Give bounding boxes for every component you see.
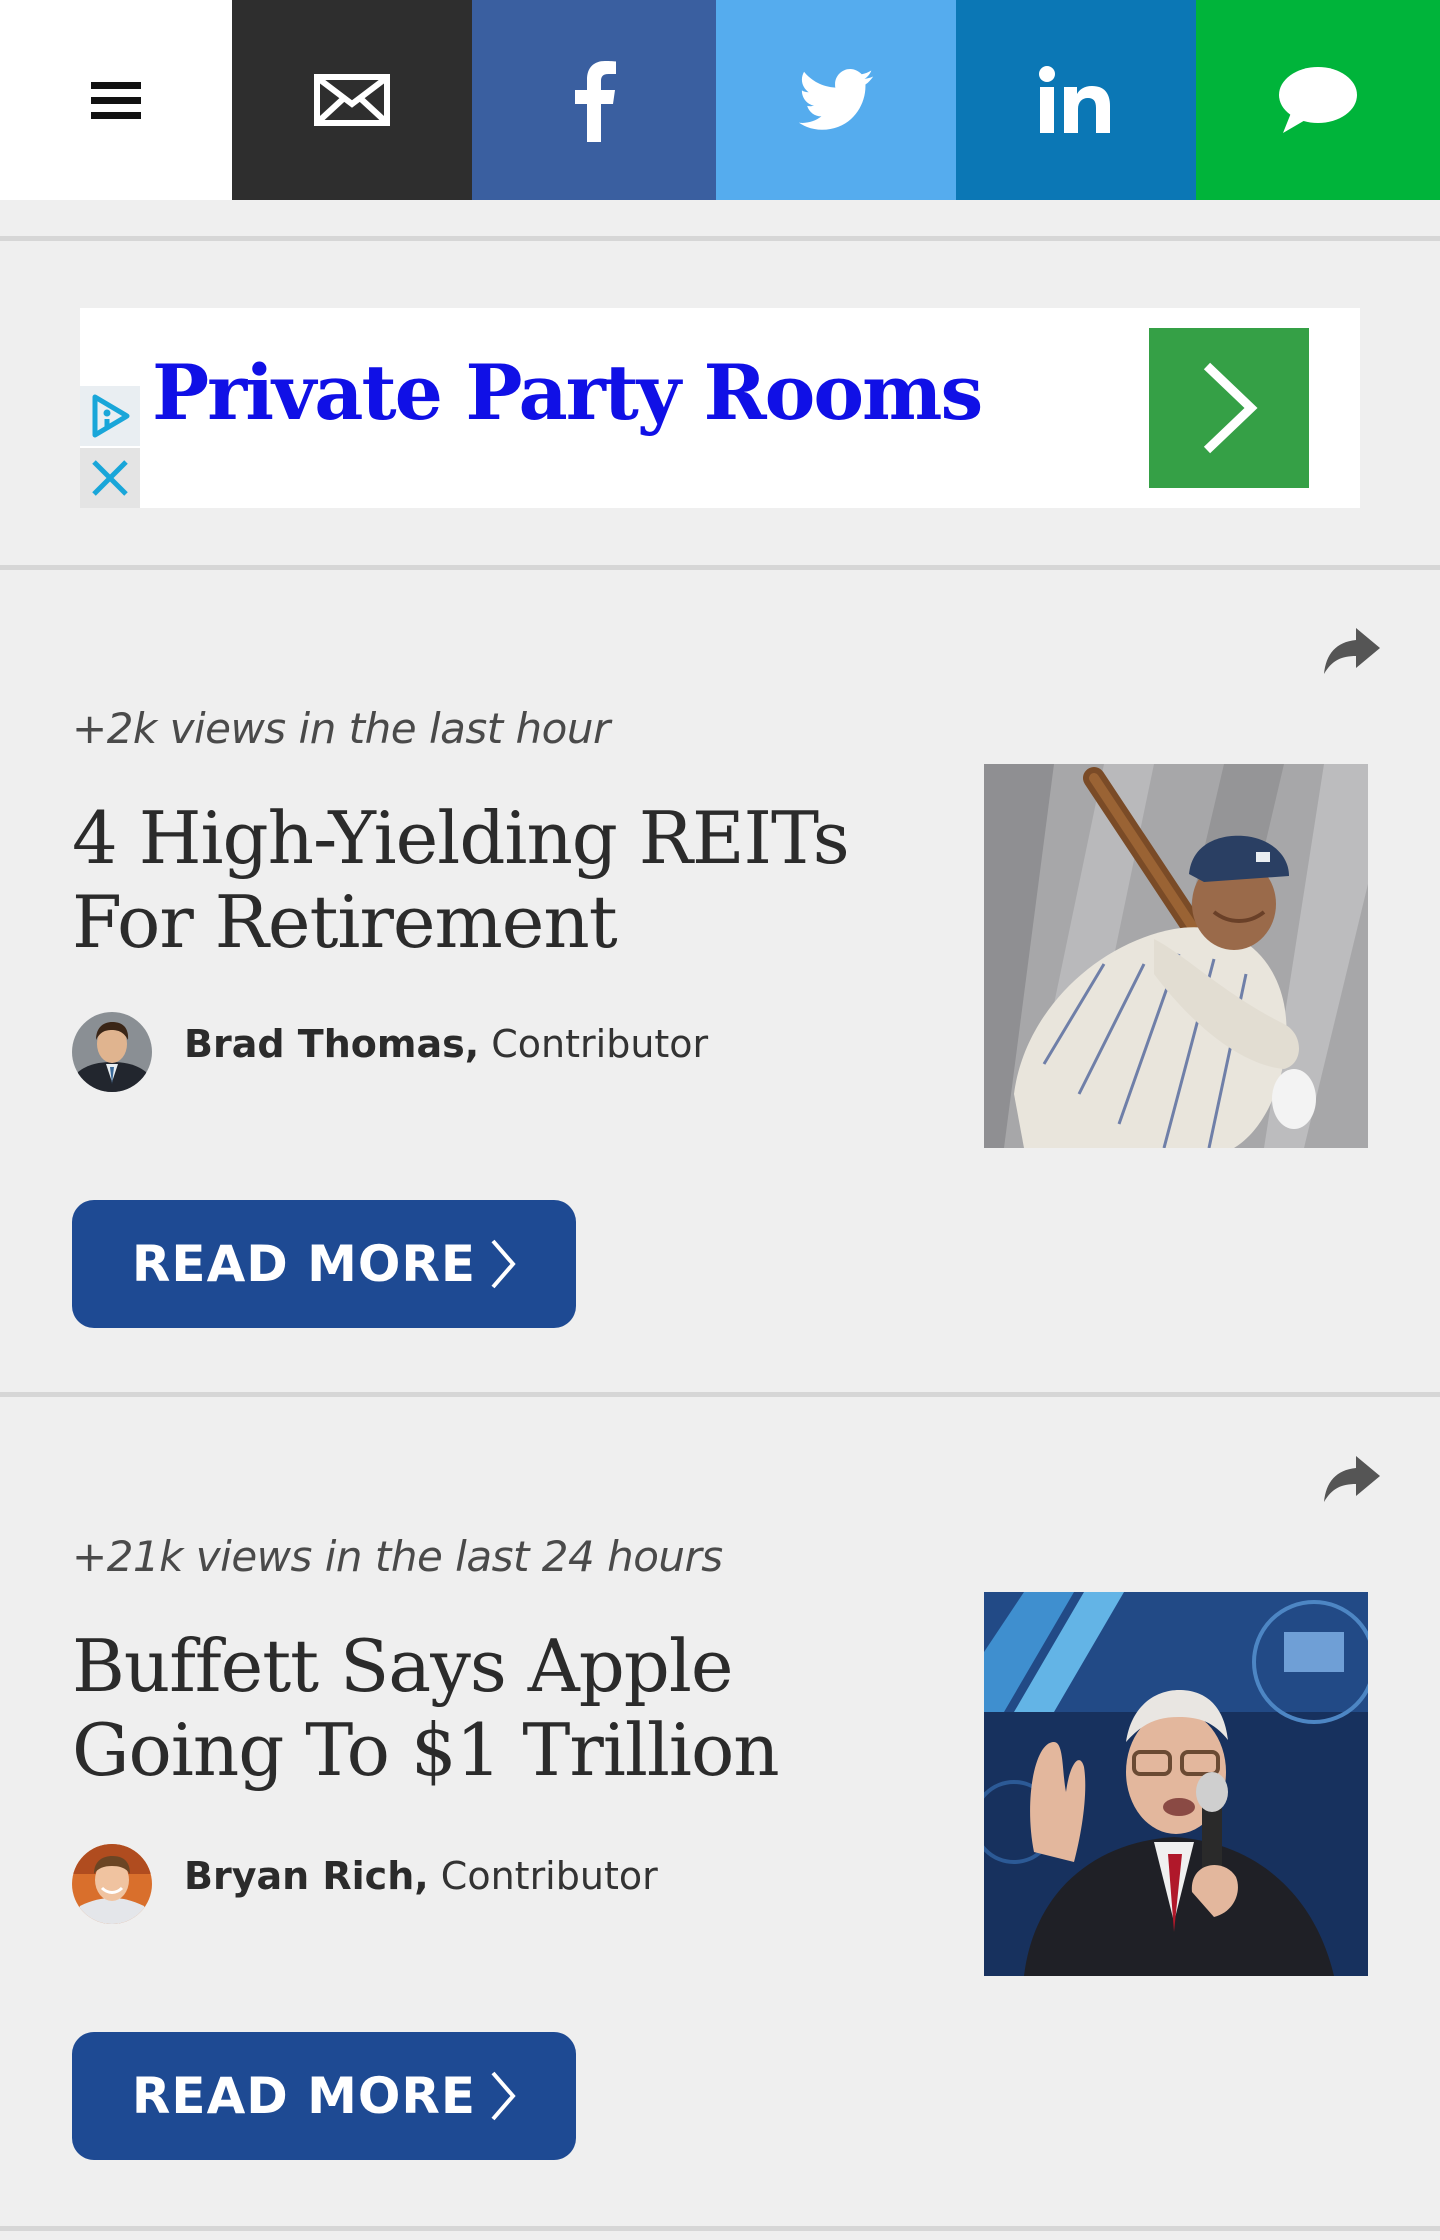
author-byline: Bryan Rich, Contributor [184, 1854, 658, 1898]
article-card: +21k views in the last 24 hours Buffett … [0, 1398, 1440, 2228]
divider [0, 236, 1440, 241]
ad-go-button[interactable] [1149, 328, 1309, 488]
adchoices-icon[interactable] [80, 386, 140, 446]
divider [0, 2226, 1440, 2231]
share-arrow-icon[interactable] [1322, 1454, 1382, 1504]
sms-share-button[interactable] [1196, 0, 1440, 200]
facebook-share-button[interactable] [472, 0, 716, 200]
chevron-right-icon [491, 2071, 516, 2121]
chevron-right-icon [491, 1239, 516, 1289]
read-more-button[interactable]: READ MORE [72, 2032, 576, 2160]
author-avatar[interactable] [72, 1844, 152, 1924]
author-role: Contributor [491, 1022, 709, 1066]
read-more-label: READ MORE [131, 1235, 477, 1293]
ad-banner[interactable]: Private Party Rooms [80, 308, 1360, 508]
article-thumbnail[interactable] [984, 764, 1368, 1148]
ad-close-icon[interactable] [80, 448, 140, 508]
article-title[interactable]: Buffett Says Apple Going To $1 Trillion [72, 1624, 932, 1792]
facebook-icon [575, 61, 616, 142]
twitter-bird-icon [798, 69, 874, 130]
author-name[interactable]: Brad Thomas, [184, 1022, 479, 1066]
author-byline: Brad Thomas, Contributor [184, 1022, 708, 1066]
envelope-icon [314, 74, 390, 126]
read-more-button[interactable]: READ MORE [72, 1200, 576, 1328]
author-role: Contributor [440, 1854, 658, 1898]
read-more-label: READ MORE [131, 2067, 477, 2125]
share-toolbar [0, 0, 1440, 200]
article-title[interactable]: 4 High-Yielding REITs For Retirement [72, 796, 932, 964]
email-share-button[interactable] [232, 0, 472, 200]
share-arrow-icon[interactable] [1322, 626, 1382, 676]
article-thumbnail[interactable] [984, 1592, 1368, 1976]
ad-choices-badge [80, 386, 140, 508]
chat-bubble-icon [1279, 67, 1357, 133]
view-count: +2k views in the last hour [72, 704, 610, 753]
ad-headline[interactable]: Private Party Rooms [152, 348, 983, 437]
article-card: +2k views in the last hour 4 High-Yieldi… [0, 570, 1440, 1394]
hamburger-menu-icon [91, 82, 141, 119]
linkedin-share-button[interactable] [956, 0, 1196, 200]
chevron-right-icon [1203, 362, 1258, 454]
linkedin-icon [1039, 66, 1110, 133]
author-avatar[interactable] [72, 1012, 152, 1092]
menu-button[interactable] [0, 0, 232, 200]
twitter-share-button[interactable] [716, 0, 956, 200]
divider [0, 1392, 1440, 1397]
view-count: +21k views in the last 24 hours [72, 1532, 723, 1581]
author-name[interactable]: Bryan Rich, [184, 1854, 429, 1898]
